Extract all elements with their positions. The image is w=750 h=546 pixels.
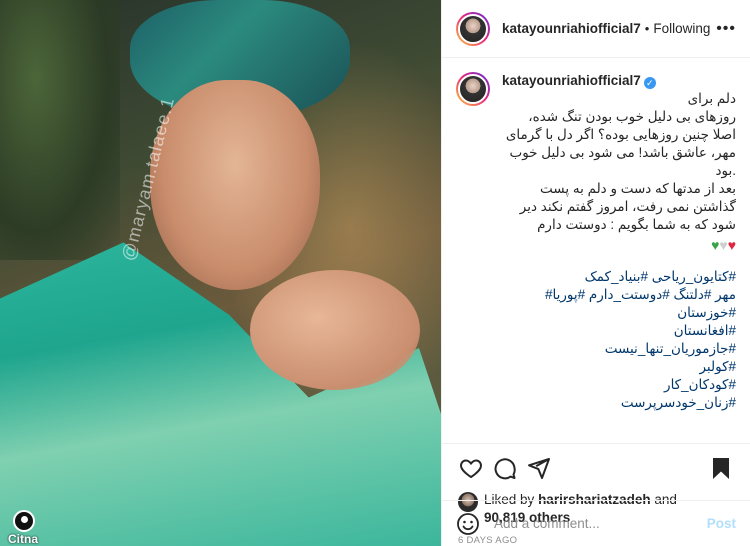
share-button[interactable] — [522, 451, 556, 485]
caption-row: katayounriahiofficial7 ✓ دلم برای روزهای … — [456, 72, 736, 412]
hashtag-link[interactable]: #زنان_خودسرپرست — [502, 394, 736, 412]
add-comment-bar: Post — [442, 500, 750, 546]
caption-hearts: ♥♥♥ — [502, 236, 736, 254]
share-icon — [528, 457, 550, 479]
author-avatar[interactable] — [456, 11, 490, 46]
hashtag-link[interactable]: مهر #دلتنگ #دوستت_دارم #پوریا# — [502, 286, 736, 304]
caption-username[interactable]: katayounriahiofficial7 — [502, 73, 641, 88]
site-logo-icon — [13, 510, 35, 532]
hashtag-link[interactable]: #افغانستان — [502, 322, 736, 340]
comment-input[interactable] — [494, 516, 707, 531]
comment-button[interactable] — [488, 451, 522, 485]
more-options-icon[interactable]: ••• — [716, 20, 736, 38]
comment-icon — [494, 457, 516, 479]
hashtag-link[interactable]: #خوزستان — [502, 304, 736, 322]
red-heart-icon: ♥ — [727, 237, 736, 253]
caption-body: katayounriahiofficial7 ✓ دلم برای روزهای … — [502, 72, 736, 412]
hashtag-link[interactable]: #کتایون_ریاحی #بنیاد_کمک — [502, 268, 736, 286]
caption-section: katayounriahiofficial7 ✓ دلم برای روزهای … — [442, 58, 750, 443]
hashtag-link[interactable]: #کولبر — [502, 358, 736, 376]
heart-icon — [460, 458, 482, 478]
caption-text: دلم برای روزهای بی دلیل خوب بودن تنگ شده… — [505, 91, 736, 232]
hashtag-link[interactable]: #کودکان_کار — [502, 376, 736, 394]
caption-avatar[interactable] — [456, 72, 490, 106]
post-photo[interactable]: @maryam.talaee.1 Citna — [0, 0, 441, 546]
site-logo-text: Citna — [8, 532, 38, 546]
save-button[interactable] — [704, 451, 738, 485]
photo-foliage — [0, 0, 120, 260]
action-bar — [442, 443, 750, 491]
hashtag-list: #کتایون_ریاحی #بنیاد_کمک مهر #دلتنگ #دوس… — [502, 268, 736, 412]
post-header: katayounriahiofficial7 • Following ••• — [442, 0, 750, 58]
post-comment-button[interactable]: Post — [707, 516, 736, 531]
emoji-icon[interactable] — [456, 512, 480, 536]
hashtag-link[interactable]: #جازموریان_تنها_نیست — [502, 340, 736, 358]
post-sidebar: katayounriahiofficial7 • Following ••• k… — [441, 0, 750, 546]
site-logo: Citna — [4, 508, 42, 546]
bookmark-icon — [713, 457, 729, 479]
photo-hand — [250, 270, 420, 390]
author-username[interactable]: katayounriahiofficial7 — [502, 21, 641, 36]
verified-badge-icon: ✓ — [643, 77, 656, 89]
like-button[interactable] — [454, 451, 488, 485]
instagram-post: @maryam.talaee.1 Citna katayounriahioffi… — [0, 0, 750, 546]
header-separator: • — [644, 21, 650, 36]
following-button[interactable]: Following — [653, 21, 710, 36]
white-heart-icon: ♥ — [719, 237, 728, 253]
